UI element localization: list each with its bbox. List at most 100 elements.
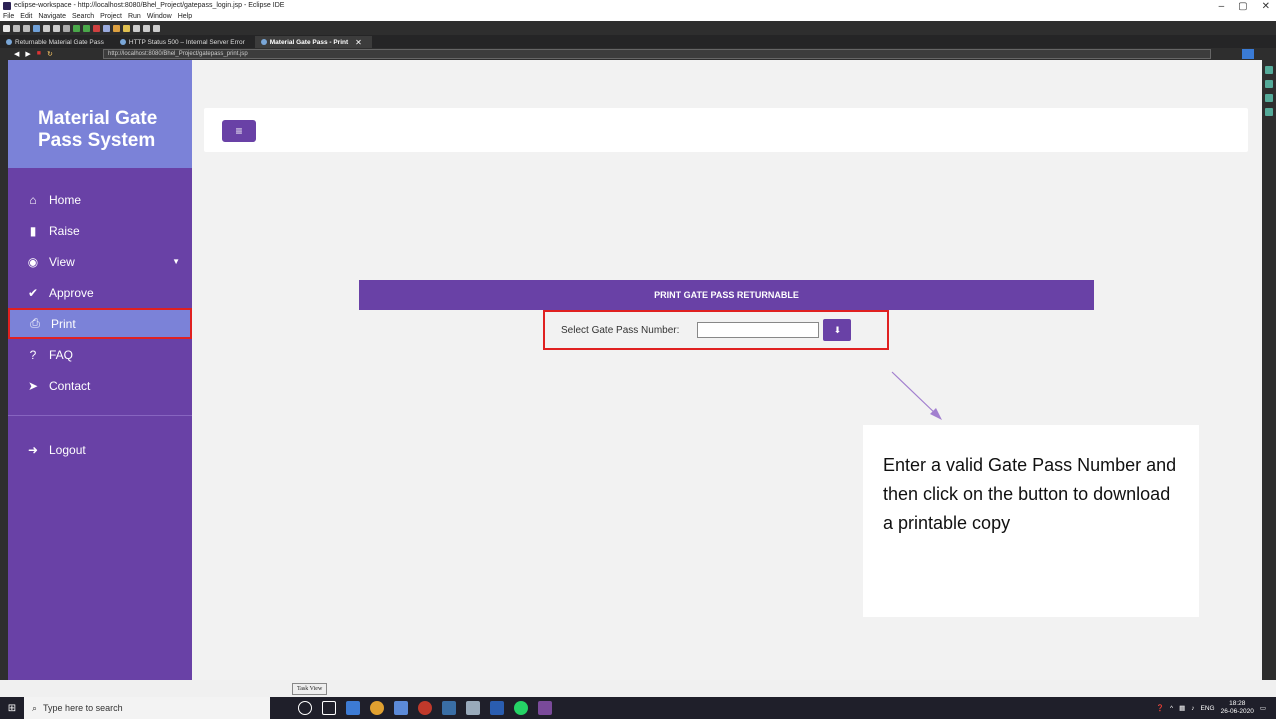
- sidebar-item-print[interactable]: ⎙ Print: [8, 308, 192, 339]
- open-type-icon[interactable]: [113, 24, 120, 32]
- save-icon[interactable]: [13, 24, 20, 32]
- tab-gate-pass-print[interactable]: Material Gate Pass - Print ✕: [254, 36, 372, 48]
- terminate-icon[interactable]: [63, 24, 70, 32]
- sidebar-item-label: Logout: [49, 442, 86, 457]
- menu-search[interactable]: Search: [72, 13, 94, 20]
- print-panel-heading: PRINT GATE PASS RETURNABLE: [359, 280, 1094, 310]
- taskbar-search-box[interactable]: ⌕ Type here to search: [24, 697, 270, 719]
- back-arrow-icon[interactable]: ◀: [14, 50, 19, 58]
- language-indicator[interactable]: ENG: [1201, 705, 1215, 712]
- menu-help[interactable]: Help: [178, 13, 192, 20]
- save-all-icon[interactable]: [23, 24, 30, 32]
- sidebar-item-approve[interactable]: ✔ Approve: [8, 277, 192, 308]
- eclipse-taskbar-icon[interactable]: [538, 701, 552, 715]
- network-icon[interactable]: ▦: [1179, 704, 1185, 712]
- menu-bar: File Edit Navigate Search Project Run Wi…: [0, 11, 1276, 21]
- help-icon[interactable]: ❓: [1156, 704, 1164, 712]
- suspend-icon[interactable]: [53, 24, 60, 32]
- check-icon: ✔: [27, 285, 39, 300]
- skip-icon[interactable]: [33, 24, 40, 32]
- notepad-icon[interactable]: [466, 701, 480, 715]
- browser-url-bar: ◀ ▶ ■ ↻ http://localhost:8080/Bhel_Proje…: [0, 48, 1276, 60]
- sidebar-item-home[interactable]: ⌂ Home: [8, 184, 192, 215]
- refresh-icon[interactable]: ↻: [47, 50, 53, 58]
- instruction-callout: Enter a valid Gate Pass Number and then …: [863, 425, 1199, 617]
- download-button[interactable]: ⬇: [823, 319, 852, 341]
- windows-taskbar: ⊞ ⌕ Type here to search ❓ ^ ▦ ♪ ENG 18:2…: [0, 697, 1276, 719]
- search-placeholder: Type here to search: [43, 703, 123, 713]
- callout-arrow: [891, 371, 942, 420]
- debug-icon[interactable]: [73, 24, 80, 32]
- close-tab-icon[interactable]: ✕: [355, 38, 362, 47]
- clock[interactable]: 18:28 26-06-2020: [1221, 700, 1254, 716]
- forward-nav-icon[interactable]: [143, 24, 150, 32]
- arrow-line: [891, 371, 939, 417]
- new-server-icon[interactable]: [103, 24, 110, 32]
- cortana-icon[interactable]: [298, 701, 312, 715]
- sidebar-item-view[interactable]: ◉ View ▼: [8, 246, 192, 277]
- search-tool-icon[interactable]: [123, 24, 130, 32]
- task-list-icon[interactable]: [1265, 94, 1273, 102]
- eye-icon: ◉: [27, 254, 39, 269]
- pin-editor-icon[interactable]: [153, 24, 160, 32]
- go-button[interactable]: [1242, 49, 1254, 59]
- menu-file[interactable]: File: [3, 13, 14, 20]
- sidebar-toggle-button[interactable]: ≡: [222, 120, 256, 142]
- menu-navigate[interactable]: Navigate: [38, 13, 66, 20]
- sidebar-item-label: Raise: [49, 223, 80, 238]
- gate-pass-number-input[interactable]: [697, 322, 820, 338]
- powerpoint-icon[interactable]: [418, 701, 432, 715]
- tab-returnable-gate-pass[interactable]: Returnable Material Gate Pass: [0, 36, 114, 48]
- store-icon[interactable]: [346, 701, 360, 715]
- windows-logo-icon: ⊞: [7, 702, 17, 714]
- back-nav-icon[interactable]: [133, 24, 140, 32]
- stop-icon[interactable]: ■: [37, 50, 41, 58]
- sidebar-item-raise[interactable]: ▮ Raise: [8, 215, 192, 246]
- chrome-icon[interactable]: [370, 701, 384, 715]
- servers-icon[interactable]: [1265, 108, 1273, 116]
- tray-chevron-icon[interactable]: ^: [1170, 705, 1173, 712]
- hamburger-icon: ≡: [235, 124, 243, 138]
- chevron-down-icon: ▼: [172, 257, 180, 266]
- forward-arrow-icon[interactable]: ▶: [25, 50, 30, 58]
- sidebar: Material Gate Pass System ⌂ Home ▮ Raise…: [8, 60, 192, 680]
- photos-icon[interactable]: [394, 701, 408, 715]
- gate-pass-select-row: Select Gate Pass Number: ⬇: [543, 310, 889, 350]
- file-icon: ▮: [29, 223, 37, 238]
- sidebar-nav: ⌂ Home ▮ Raise ◉ View ▼ ✔ Approve ⎙ Prin…: [8, 184, 192, 465]
- task-view-icon[interactable]: [322, 701, 336, 715]
- tab-label: Material Gate Pass - Print: [269, 38, 349, 46]
- brand-title: Material Gate Pass System: [8, 60, 192, 168]
- sidebar-item-contact[interactable]: ➤ Contact: [8, 370, 192, 401]
- eclipse-app-icon: [3, 1, 11, 10]
- windows-start-button[interactable]: ⊞: [0, 697, 24, 719]
- tab-http-status-500[interactable]: HTTP Status 500 – Internal Server Error: [114, 36, 255, 48]
- perspective-icon[interactable]: [1265, 66, 1273, 74]
- sidebar-item-faq[interactable]: ? FAQ: [8, 339, 192, 370]
- external-tools-icon[interactable]: [93, 24, 100, 32]
- menu-run[interactable]: Run: [128, 13, 141, 20]
- system-tray: ❓ ^ ▦ ♪ ENG 18:28 26-06-2020 ▭: [1156, 697, 1266, 719]
- sidebar-item-label: Approve: [49, 285, 94, 300]
- download-file-icon: ⬇: [833, 324, 842, 335]
- notification-icon[interactable]: ▭: [1260, 704, 1266, 712]
- sidebar-item-label: Print: [51, 316, 76, 331]
- tab-label: HTTP Status 500 – Internal Server Error: [128, 38, 245, 46]
- vscode-icon[interactable]: [490, 701, 504, 715]
- outline-icon[interactable]: [1265, 80, 1273, 88]
- run-icon[interactable]: [83, 24, 90, 32]
- menu-window[interactable]: Window: [147, 13, 172, 20]
- camera-icon[interactable]: [442, 701, 456, 715]
- new-icon[interactable]: [3, 24, 10, 32]
- sidebar-item-label: FAQ: [49, 347, 74, 362]
- menu-project[interactable]: Project: [100, 13, 122, 20]
- sidebar-item-label: Home: [49, 192, 82, 207]
- volume-icon[interactable]: ♪: [1191, 705, 1194, 712]
- menu-edit[interactable]: Edit: [20, 13, 32, 20]
- resume-icon[interactable]: [43, 24, 50, 32]
- window-title: eclipse-workspace - http://localhost:808…: [14, 2, 285, 9]
- task-view-tooltip: Task View: [292, 683, 328, 695]
- url-input[interactable]: http://localhost:8080/Bhel_Project/gatep…: [103, 49, 1211, 59]
- whatsapp-icon[interactable]: [514, 701, 528, 715]
- sidebar-item-logout[interactable]: ➜ Logout: [8, 434, 192, 465]
